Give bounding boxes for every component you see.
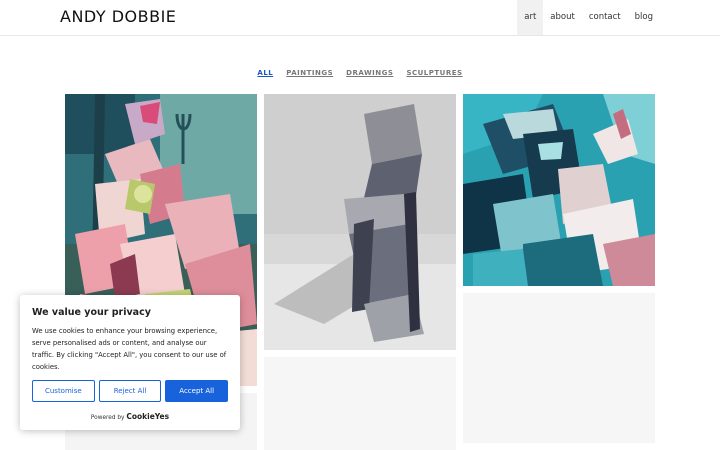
nav-item-blog[interactable]: blog — [628, 0, 660, 35]
cookieyes-logo[interactable]: CookieYes — [126, 412, 169, 421]
cookie-banner-text: We use cookies to enhance your browsing … — [32, 327, 227, 371]
sculpture-image — [264, 94, 456, 350]
gallery-item-sculpture[interactable] — [264, 94, 456, 350]
cookie-button-row: Customise Reject All Accept All — [32, 380, 229, 402]
cookie-banner-title: We value your privacy — [32, 307, 151, 318]
gallery-item-painting-portrait[interactable] — [463, 94, 655, 286]
site-header: ANDY DOBBIE art about contact blog — [0, 0, 720, 36]
nav-item-about[interactable]: about — [543, 0, 582, 35]
nav-item-art[interactable]: art — [517, 0, 544, 35]
gallery-item-placeholder-3[interactable] — [463, 293, 655, 443]
nav-item-contact[interactable]: contact — [582, 0, 628, 35]
accept-all-button[interactable]: Accept All — [165, 380, 229, 402]
gallery-item-placeholder-2[interactable] — [264, 357, 456, 450]
reject-all-button[interactable]: Reject All — [98, 380, 162, 402]
cookie-consent-banner: We value your privacy We use cookies to … — [20, 295, 240, 430]
gallery-filter-bar: ALL PAINTINGS DRAWINGS SCULPTURES — [0, 69, 720, 77]
painting-portrait-image — [463, 94, 655, 286]
customise-button[interactable]: Customise — [32, 380, 95, 402]
powered-by-label: Powered by — [90, 415, 125, 421]
filter-all[interactable]: ALL — [257, 69, 273, 77]
filter-drawings[interactable]: DRAWINGS — [346, 69, 393, 77]
filter-paintings[interactable]: PAINTINGS — [286, 69, 333, 77]
powered-by: Powered by CookieYes — [32, 412, 228, 421]
page: ANDY DOBBIE art about contact blog ALL P… — [0, 0, 720, 450]
site-logo[interactable]: ANDY DOBBIE — [60, 7, 176, 26]
filter-sculptures[interactable]: SCULPTURES — [406, 69, 462, 77]
main-nav: art about contact blog — [517, 0, 660, 35]
